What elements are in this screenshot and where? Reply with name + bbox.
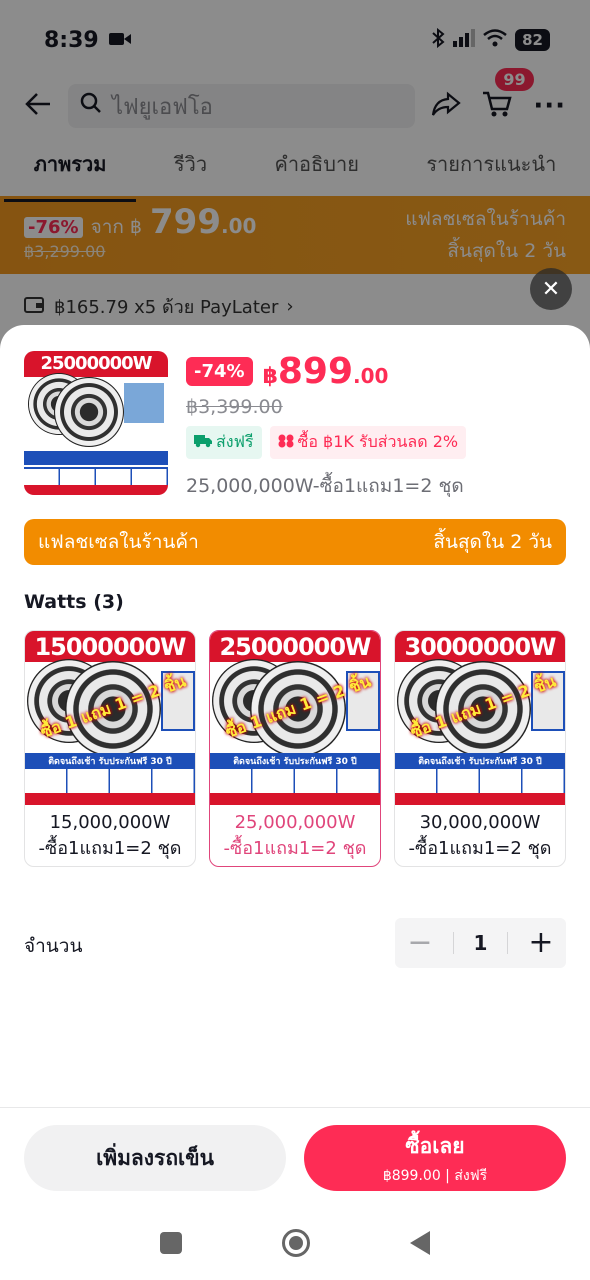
decrease-quantity-button[interactable]: − (407, 928, 433, 958)
variant-image-title: 15000000W (25, 631, 195, 663)
variant-option-25000000w[interactable]: 25000000W ซื้อ 1 แถม 1 = 2 ชิ้น ติดจนถึง… (209, 630, 381, 867)
buy-now-subtext: ฿899.00 | ส่งฟรี (382, 1167, 488, 1184)
variant-image-title: 25000000W (210, 631, 380, 663)
quantity-stepper: − 1 + (395, 918, 566, 968)
overlay-dim[interactable] (0, 0, 590, 360)
promo-tag: ซื้อ ฿1K รับส่วนลด 2% (269, 426, 467, 459)
product-summary: 25000000W -74% ฿899.00 ฿3,399.00 ส่งฟรี … (24, 351, 566, 501)
quantity-label: จำนวน (24, 935, 83, 957)
discount-badge: -74% (186, 357, 253, 386)
thumb-title: 25000000W (24, 351, 168, 377)
variant-label: 25,000,000W -ซื้อ1แถม1=2 ชุด (223, 811, 367, 859)
variant-sheet: 25000000W -74% ฿899.00 ฿3,399.00 ส่งฟรี … (0, 325, 590, 1280)
increase-quantity-button[interactable]: + (528, 928, 554, 958)
close-sheet-button[interactable]: ✕ (530, 268, 572, 310)
buy-now-label: ซื้อเลย (405, 1133, 465, 1158)
truck-icon (194, 433, 212, 452)
product-thumbnail[interactable]: 25000000W (24, 351, 168, 495)
coupon-icon (278, 433, 294, 452)
flash-sale-title: แฟลชเซลในร้านค้า (38, 531, 199, 553)
variant-label: 30,000,000W -ซื้อ1แถม1=2 ชุด (408, 811, 552, 859)
variant-image-title: 30000000W (395, 631, 565, 663)
selected-variant-text: 25,000,000W-ซื้อ1แถม1=2 ชุด (186, 475, 464, 497)
free-shipping-tag: ส่งฟรี (186, 426, 262, 459)
product-price: ฿899.00 (262, 351, 389, 392)
stepper-divider (452, 932, 454, 954)
back-triangle-icon[interactable] (410, 1230, 430, 1255)
footer-divider (0, 1107, 590, 1108)
variant-option-30000000w[interactable]: 30000000W ซื้อ 1 แถม 1 = 2 ชิ้น ติดจนถึง… (394, 630, 566, 867)
original-price: ฿3,399.00 (186, 396, 283, 418)
home-icon[interactable] (282, 1228, 310, 1257)
add-to-cart-button[interactable]: เพิ่มลงรถเข็น (24, 1125, 286, 1191)
watts-options: 15000000W ซื้อ 1 แถม 1 = 2 ชิ้น ติดจนถึง… (24, 630, 566, 867)
variant-option-15000000w[interactable]: 15000000W ซื้อ 1 แถม 1 = 2 ชิ้น ติดจนถึง… (24, 630, 196, 867)
flash-sale-bar: แฟลชเซลในร้านค้า สิ้นสุดใน 2 วัน (24, 519, 566, 565)
recents-icon[interactable] (160, 1231, 182, 1254)
variant-label: 15,000,000W -ซื้อ1แถม1=2 ชุด (38, 811, 182, 859)
watts-label: Watts (3) (24, 591, 124, 613)
quantity-value[interactable]: 1 (474, 931, 488, 955)
stepper-divider (507, 932, 509, 954)
flash-sale-ends: สิ้นสุดใน 2 วัน (433, 531, 552, 553)
buy-now-button[interactable]: ซื้อเลย ฿899.00 | ส่งฟรี (304, 1125, 566, 1191)
system-nav-bar (0, 1205, 590, 1280)
